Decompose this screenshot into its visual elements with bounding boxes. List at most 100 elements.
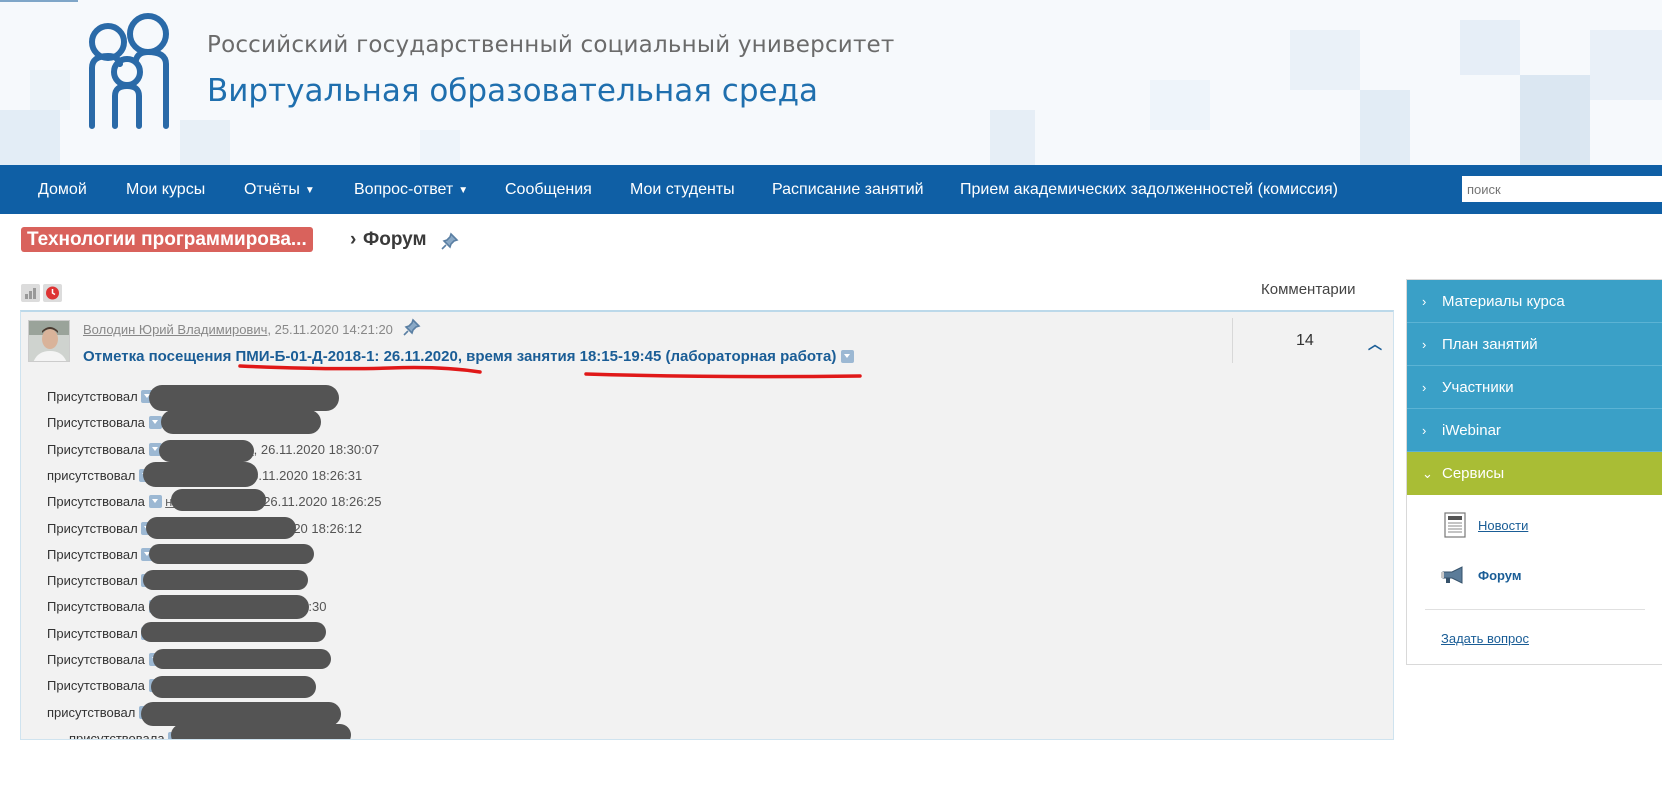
university-name: Российский государственный социальный ун…	[207, 32, 895, 58]
attendance-status: Присутствовал	[47, 389, 138, 404]
attendance-status: Присутствовала	[47, 599, 145, 615]
sidebar-item-label: План занятий	[1442, 336, 1538, 353]
comments-column-header: Комментарии	[1261, 281, 1356, 298]
post-date: , 25.11.2020 14:21:20	[267, 322, 393, 337]
attendance-status: присутствовала	[69, 730, 165, 740]
dropdown-toggle-icon[interactable]	[148, 495, 162, 509]
main-navbar: Домой Мои курсы Отчёты ▼ Вопрос-ответ ▼ Со…	[0, 165, 1662, 214]
sidebar-divider	[1425, 609, 1645, 610]
breadcrumb-course-link[interactable]: Технологии программирова...	[21, 227, 313, 252]
header-decor	[1360, 90, 1410, 165]
sidebar-item-iwebinar[interactable]: › iWebinar	[1407, 409, 1662, 452]
nav-academic-debts-label: Прием академических задолженностей (коми…	[960, 181, 1338, 198]
dropdown-toggle-icon[interactable]	[840, 350, 854, 363]
post-author-line: Володин Юрий Владимирович, 25.11.2020 14…	[83, 322, 393, 337]
chevron-right-icon: ›	[1422, 380, 1427, 395]
header-decor	[1460, 20, 1520, 75]
redaction-scribble	[159, 440, 254, 462]
header-decor	[1520, 75, 1590, 165]
chevron-down-icon: ⌄	[1422, 466, 1433, 481]
search-input[interactable]	[1462, 176, 1662, 202]
nav-messages[interactable]: Сообщения	[505, 165, 592, 214]
news-document-icon[interactable]	[1444, 512, 1466, 538]
nav-home-label: Домой	[38, 181, 87, 198]
nav-reports[interactable]: Отчёты ▼	[244, 165, 315, 214]
megaphone-icon[interactable]	[1440, 565, 1468, 585]
nav-my-students[interactable]: Мои студенты	[630, 165, 735, 214]
redaction-scribble	[153, 649, 331, 669]
rgsu-family-logo-icon[interactable]	[82, 8, 180, 132]
nav-qa[interactable]: Вопрос-ответ ▼	[354, 165, 468, 214]
header-decor	[30, 70, 70, 110]
service-forum-link[interactable]: Форум	[1478, 568, 1521, 583]
attendance-status: Присутствовала	[47, 415, 145, 431]
nav-my-students-label: Мои студенты	[630, 181, 735, 198]
pin-icon[interactable]	[441, 232, 459, 250]
header-decor	[0, 110, 60, 165]
chevron-up-icon[interactable]: ︿	[1368, 334, 1382, 354]
dropdown-toggle-icon[interactable]	[148, 416, 162, 430]
column-divider	[1232, 318, 1233, 363]
chevron-down-icon: ▼	[458, 185, 469, 196]
course-sidebar: › Материалы курса › План занятий › Участник…	[1406, 279, 1662, 665]
header-decor	[1590, 30, 1662, 100]
header-decor	[1290, 30, 1360, 90]
avatar[interactable]	[28, 320, 70, 362]
redaction-scribble	[149, 595, 309, 619]
nav-reports-label: Отчёты	[244, 181, 300, 198]
attendance-status: Присутствовал	[47, 573, 138, 589]
attendance-status: Присутствовал	[47, 625, 138, 641]
breadcrumb-separator: ›	[350, 229, 357, 250]
nav-home[interactable]: Домой	[38, 165, 87, 214]
attendance-status: присутствовал	[47, 467, 136, 483]
post-author-link[interactable]: Володин Юрий Владимирович	[83, 322, 267, 337]
sidebar-item-services[interactable]: ⌄ Сервисы	[1407, 452, 1662, 495]
header-decor	[1150, 80, 1210, 130]
sidebar-item-course-materials[interactable]: › Материалы курса	[1407, 280, 1662, 323]
redaction-scribble	[171, 724, 351, 739]
attendance-status: Присутствовал	[47, 546, 138, 562]
breadcrumb-current-forum: Форум	[363, 229, 427, 250]
nav-qa-label: Вопрос-ответ	[354, 181, 454, 198]
ask-question-link[interactable]: Задать вопрос	[1441, 631, 1529, 646]
chevron-down-icon: ▼	[304, 185, 315, 196]
attendance-status: присутствовал	[47, 704, 136, 720]
redaction-scribble	[149, 385, 339, 411]
reply-timestamp: , 26.11.2020 18:30:07	[253, 441, 380, 457]
chevron-right-icon: ›	[1422, 423, 1427, 438]
site-header: Российский государственный социальный ун…	[0, 0, 1662, 165]
nav-schedule[interactable]: Расписание занятий	[772, 165, 924, 214]
header-decor	[990, 110, 1035, 165]
nav-academic-debts[interactable]: Прием академических задолженностей (коми…	[960, 165, 1338, 214]
reply-timestamp: , 26.11.2020 18:26:25	[255, 494, 382, 510]
attendance-status: Присутствовала	[47, 441, 145, 457]
nav-my-courses[interactable]: Мои курсы	[126, 165, 205, 214]
sidebar-item-label: Материалы курса	[1442, 293, 1565, 310]
sidebar-item-label: Сервисы	[1442, 465, 1505, 482]
redaction-scribble	[141, 702, 341, 726]
stats-bar-chart-icon[interactable]	[21, 284, 40, 302]
pin-icon[interactable]	[403, 318, 421, 336]
redaction-scribble	[143, 570, 308, 590]
sidebar-item-participants[interactable]: › Участники	[1407, 366, 1662, 409]
redaction-scribble	[171, 489, 266, 511]
redaction-scribble	[146, 517, 296, 539]
site-title: Виртуальная образовательная среда	[207, 73, 819, 109]
sidebar-item-label: iWebinar	[1442, 422, 1501, 439]
forum-post: Володин Юрий Владимирович, 25.11.2020 14…	[20, 310, 1394, 740]
attendance-status: Присутствовала	[47, 678, 145, 694]
clock-icon[interactable]	[43, 284, 62, 302]
redaction-scribble	[143, 462, 258, 487]
attendance-status: Присутствовала	[47, 494, 145, 510]
header-decor	[180, 120, 230, 165]
nav-schedule-label: Расписание занятий	[772, 181, 924, 198]
redaction-scribble	[161, 410, 321, 434]
header-decor	[420, 130, 460, 165]
comment-count: 14	[1296, 332, 1314, 349]
service-news-link[interactable]: Новости	[1478, 518, 1528, 533]
header-top-accent	[0, 0, 78, 2]
nav-my-courses-label: Мои курсы	[126, 181, 206, 198]
nav-messages-label: Сообщения	[505, 181, 592, 198]
sidebar-item-lesson-plan[interactable]: › План занятий	[1407, 323, 1662, 366]
post-title[interactable]: Отметка посещения ПМИ-Б-01-Д-2018-1: 26.…	[83, 348, 854, 365]
